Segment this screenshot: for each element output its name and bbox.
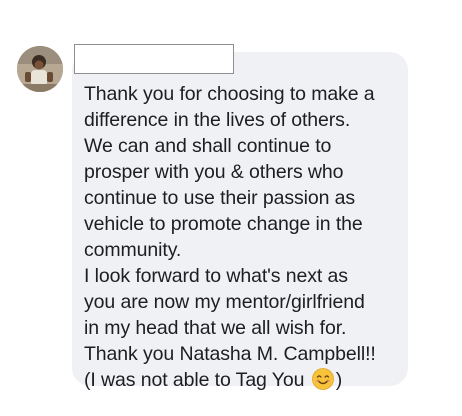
comment-line: continue to use their passion as	[84, 187, 356, 209]
comment-line-suffix: )	[335, 369, 343, 391]
comment-line: I look forward to what's next as	[84, 265, 348, 287]
smiling-face-icon	[311, 368, 334, 390]
comment-line: difference in the lives of others.	[84, 109, 351, 131]
comment-line-prefix: (I was not able to Tag You	[84, 369, 310, 391]
comment-line: prosper with you & others who	[84, 161, 344, 183]
comment-line: in my head that we all wish for.	[84, 317, 347, 339]
author-name-redacted[interactable]	[74, 44, 234, 74]
comment-line-last: (I was not able to Tag You )	[84, 368, 343, 391]
comment-line: Thank you for choosing to make a	[84, 83, 375, 105]
comment-line: community.	[84, 239, 182, 261]
comment-line: vehicle to promote change in the	[84, 213, 363, 235]
avatar-photo	[17, 46, 63, 92]
comment-line: you are now my mentor/girlfriend	[84, 291, 365, 313]
comment-line: We can and shall continue to	[84, 135, 332, 157]
avatar[interactable]	[17, 46, 63, 92]
comment-line: Thank you Natasha M. Campbell!!	[84, 343, 376, 365]
comment-text: Thank you for choosing to make a differe…	[84, 81, 404, 393]
